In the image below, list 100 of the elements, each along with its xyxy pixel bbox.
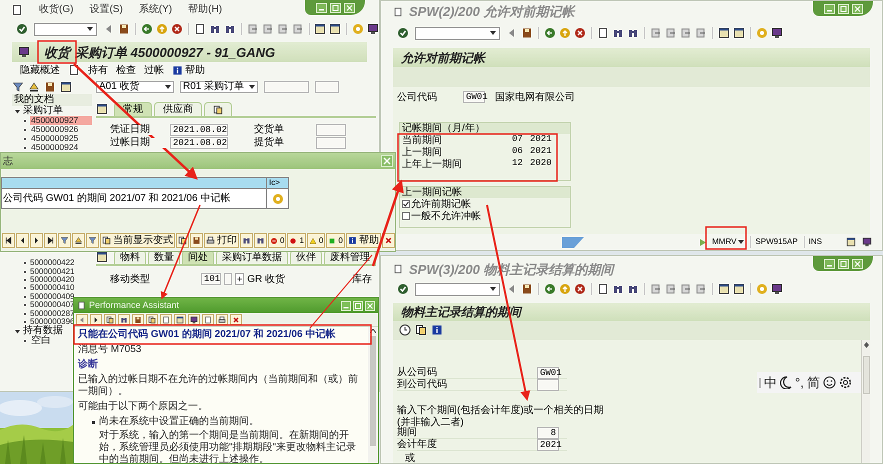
save-icon[interactable] bbox=[521, 283, 533, 296]
screen-icon[interactable] bbox=[367, 23, 380, 35]
transaction-code[interactable]: MMRV bbox=[712, 236, 744, 248]
sort-icon[interactable] bbox=[28, 81, 40, 93]
input-field[interactable] bbox=[315, 81, 339, 93]
sign-button[interactable]: + bbox=[235, 273, 244, 285]
scroll-up-icon[interactable] bbox=[864, 342, 868, 345]
input-field[interactable] bbox=[316, 124, 346, 136]
menu-item[interactable]: 收货(G) bbox=[39, 2, 74, 17]
check-icon[interactable] bbox=[16, 23, 28, 35]
toolbar-button[interactable]: 隐藏概述 bbox=[20, 62, 60, 78]
message-count-button[interactable]: 0 bbox=[326, 233, 345, 248]
smiley-icon[interactable] bbox=[822, 376, 836, 389]
binoculars-icon[interactable] bbox=[224, 23, 236, 35]
page-icon[interactable] bbox=[597, 283, 609, 296]
arrow-circle-icon[interactable] bbox=[544, 27, 556, 39]
screen-icon[interactable] bbox=[771, 27, 783, 39]
input-field[interactable] bbox=[316, 136, 346, 148]
arrow-button[interactable] bbox=[30, 233, 43, 248]
save-icon[interactable] bbox=[521, 27, 533, 39]
minimize-icon[interactable] bbox=[824, 4, 834, 14]
tree-item[interactable]: 5000000420 bbox=[30, 276, 74, 284]
check-icon[interactable] bbox=[397, 283, 409, 296]
message-count-button[interactable]: 0 bbox=[306, 233, 326, 248]
tree-item[interactable]: 5000000422 bbox=[30, 259, 74, 268]
tree-item[interactable]: 5000000287 bbox=[30, 310, 74, 318]
scroll-up-icon[interactable] bbox=[370, 329, 376, 333]
cross-circle-icon[interactable] bbox=[574, 283, 586, 296]
menu-item[interactable]: 帮助(H) bbox=[188, 2, 222, 17]
clock-icon[interactable] bbox=[399, 324, 411, 336]
input-field[interactable]: 2021 bbox=[537, 438, 559, 450]
message-count-button[interactable]: 0 bbox=[268, 233, 286, 248]
cross-circle-icon[interactable] bbox=[171, 23, 184, 35]
input-field[interactable]: 2021.08.02 bbox=[170, 124, 228, 136]
save-icon[interactable] bbox=[44, 81, 56, 93]
page-icon[interactable] bbox=[597, 27, 609, 39]
toolbar-button[interactable] bbox=[190, 233, 203, 248]
maximize-icon[interactable] bbox=[353, 300, 363, 310]
minimize-icon[interactable] bbox=[824, 258, 834, 268]
tab[interactable]: 供应商 bbox=[154, 102, 202, 116]
ime-button[interactable]: 简 bbox=[806, 376, 820, 390]
window-icon[interactable] bbox=[718, 283, 730, 296]
minimize-icon[interactable] bbox=[316, 2, 326, 12]
toolbar-button[interactable] bbox=[90, 314, 102, 325]
menu-item[interactable]: 设置(S) bbox=[89, 2, 123, 17]
print-button[interactable]: 打印 bbox=[204, 233, 239, 248]
input-field[interactable]: GW01 bbox=[537, 366, 559, 378]
toolbar-button[interactable] bbox=[160, 314, 172, 325]
screen-icon[interactable] bbox=[862, 237, 872, 247]
input-field[interactable]: GW01 bbox=[463, 91, 485, 103]
window-icon[interactable] bbox=[329, 23, 342, 35]
window-icon[interactable] bbox=[96, 103, 108, 115]
maximize-icon[interactable] bbox=[838, 258, 848, 268]
toolbar-button[interactable] bbox=[188, 314, 200, 325]
skip-arrow-button[interactable] bbox=[2, 233, 15, 248]
binoculars-icon[interactable] bbox=[612, 27, 624, 39]
check-icon[interactable] bbox=[397, 27, 409, 39]
page-icon[interactable] bbox=[68, 64, 80, 76]
toolbar-button[interactable] bbox=[146, 314, 158, 325]
toolbar-button[interactable]: 持有 bbox=[88, 62, 108, 78]
toolbar-button[interactable] bbox=[202, 314, 214, 325]
window-icon[interactable] bbox=[60, 81, 72, 93]
toolbar-button[interactable]: 检查 bbox=[116, 62, 136, 78]
checkbox[interactable] bbox=[402, 212, 410, 220]
input-field[interactable] bbox=[537, 378, 559, 390]
dropdown[interactable]: R01 采购订单 bbox=[180, 81, 258, 93]
caret-icon[interactable] bbox=[15, 328, 20, 334]
close-icon[interactable] bbox=[344, 2, 354, 12]
scroll-down-icon[interactable] bbox=[864, 345, 868, 348]
funnel-button[interactable] bbox=[58, 233, 71, 248]
tree-item[interactable]: 5000000396 bbox=[30, 318, 74, 326]
window-icon[interactable] bbox=[846, 237, 856, 247]
input-field[interactable]: 2021.08.02 bbox=[170, 136, 228, 148]
funnel-button[interactable] bbox=[86, 233, 99, 248]
tree-item[interactable]: 4500000924 bbox=[30, 143, 80, 152]
binoculars-icon[interactable] bbox=[208, 23, 221, 35]
arrow-circle-icon[interactable] bbox=[141, 23, 154, 35]
toolbar-button[interactable] bbox=[118, 314, 130, 325]
tree-item[interactable]: 5000000410 bbox=[30, 284, 74, 292]
play-icon[interactable] bbox=[700, 238, 706, 246]
window-icon[interactable] bbox=[96, 251, 108, 263]
maximize-icon[interactable] bbox=[838, 4, 848, 14]
ime-button[interactable]: °, bbox=[795, 376, 804, 390]
skip-arrow-button[interactable] bbox=[44, 233, 57, 248]
variant-button[interactable]: 当前显示变式 bbox=[100, 233, 175, 248]
tree-item[interactable]: 4500000925 bbox=[30, 134, 80, 143]
command-field[interactable] bbox=[34, 22, 98, 36]
documents-icon[interactable] bbox=[415, 324, 427, 336]
input-field[interactable]: 101 bbox=[201, 273, 221, 285]
toolbar-button[interactable] bbox=[216, 314, 228, 325]
window-icon[interactable] bbox=[718, 27, 730, 39]
window-icon[interactable] bbox=[733, 283, 745, 296]
tab[interactable] bbox=[204, 102, 232, 116]
screen-icon[interactable] bbox=[18, 46, 30, 58]
tree-item[interactable]: 4500000926 bbox=[30, 125, 80, 134]
binoculars-icon[interactable] bbox=[627, 27, 639, 39]
toolbar-button[interactable] bbox=[132, 314, 144, 325]
close-icon[interactable] bbox=[852, 4, 862, 14]
input-field[interactable] bbox=[264, 81, 309, 93]
save-icon[interactable] bbox=[118, 23, 130, 35]
